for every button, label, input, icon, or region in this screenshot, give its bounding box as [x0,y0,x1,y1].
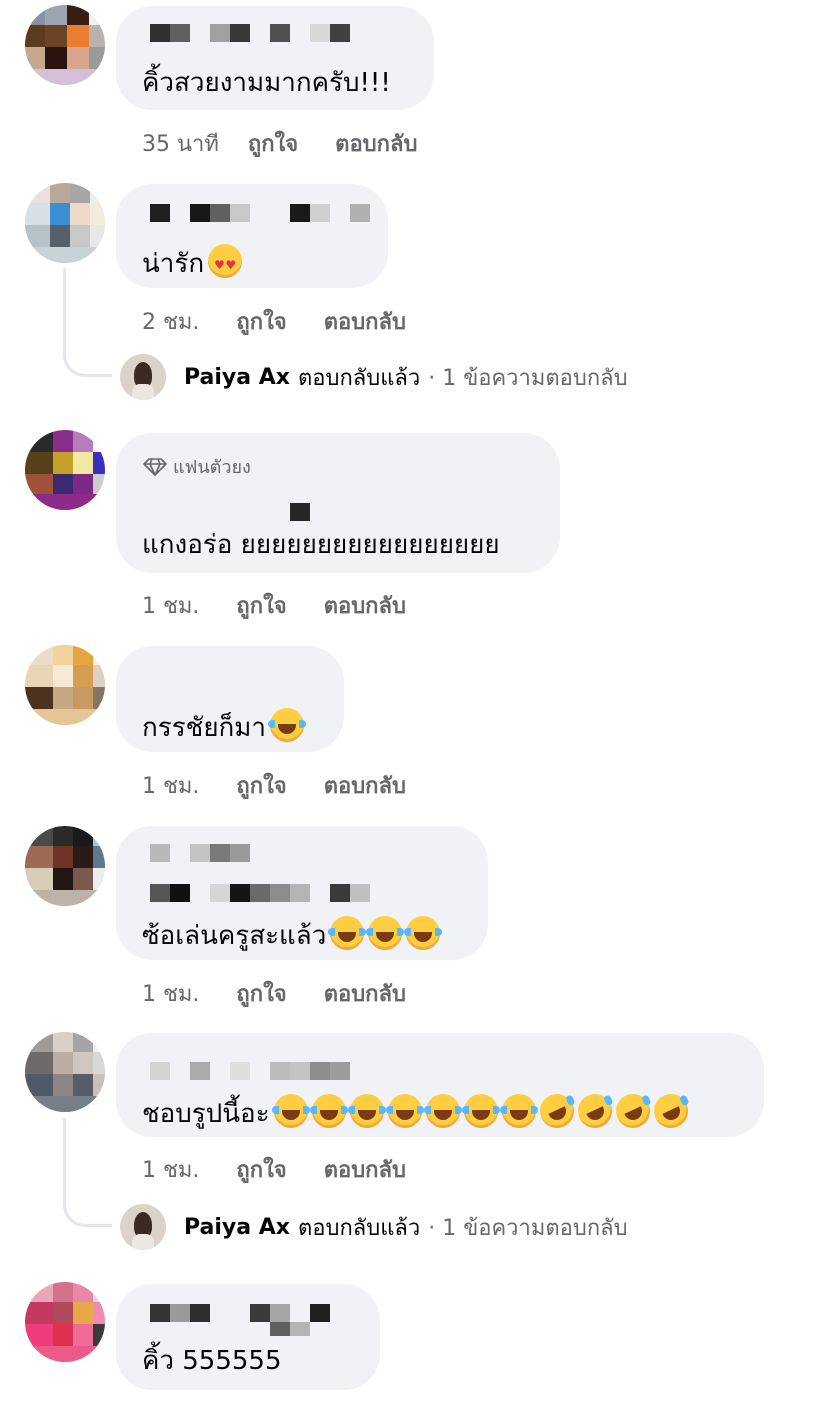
comment-meta: 1 ชม. ถูกใจ ตอบกลับ [142,588,406,623]
like-button[interactable]: ถูกใจ [236,594,286,619]
reply-thread-connector [63,1118,112,1227]
reply-author-name[interactable]: Paiya Ax [184,365,290,390]
face-with-tears-of-joy-icon [347,1094,386,1128]
reply-count: · 1 ข้อความตอบกลับ [428,365,628,391]
comment-meta: 1 ชม. ถูกใจ ตอบกลับ [142,976,406,1011]
reply-button[interactable]: ตอบกลับ [324,774,406,799]
view-replies-link[interactable]: Paiya Ax ตอบกลับแล้ว · 1 ข้อความตอบกลับ [120,1204,628,1250]
face-with-tears-of-joy-icon [499,1094,538,1128]
reply-button[interactable]: ตอบกลับ [324,310,406,335]
face-with-tears-of-joy-icon [385,1094,424,1128]
rolling-on-the-floor-laughing-icon [572,1088,618,1134]
smiling-face-with-heart-eyes-icon [208,244,243,280]
comment-text: น่ารัก [142,244,243,280]
like-button[interactable]: ถูกใจ [236,310,286,335]
face-with-tears-of-joy-icon [328,916,367,950]
rolling-on-the-floor-laughing-icon [648,1088,694,1134]
like-button[interactable]: ถูกใจ [236,1158,286,1183]
comment-text: กรรชัยก็มา [142,708,307,743]
comment-timestamp[interactable]: 1 ชม. [142,774,199,799]
reply-thread-connector [63,268,112,377]
face-with-tears-of-joy-icon [268,708,307,742]
comment-text: คิ้ว 555555 [142,1346,282,1376]
face-with-tears-of-joy-icon [423,1094,462,1128]
avatar[interactable] [25,1282,105,1362]
like-button[interactable]: ถูกใจ [236,774,286,799]
comment-text: แกงอร่อ ยยยยยยยยยยยยยยยยย [142,530,500,560]
top-fan-badge: แฟนตัวยง [143,452,251,481]
reply-button[interactable]: ตอบกลับ [324,982,406,1007]
badge-label: แฟนตัวยง [173,457,251,478]
comment-timestamp[interactable]: 2 ชม. [142,310,199,335]
like-button[interactable]: ถูกใจ [236,982,286,1007]
avatar [120,1204,166,1250]
comment-text: ชอบรูปนี้อะ [142,1088,694,1134]
avatar[interactable] [25,430,105,510]
face-with-tears-of-joy-icon [309,1094,348,1128]
reply-button[interactable]: ตอบกลับ [324,594,406,619]
comment-timestamp[interactable]: 1 ชม. [142,594,199,619]
comment-text: ซ้อเล่นครูสะแล้ว [142,916,443,951]
face-with-tears-of-joy-icon [366,916,405,950]
face-with-tears-of-joy-icon [461,1094,500,1128]
face-with-tears-of-joy-icon [404,916,443,950]
diamond-icon [143,457,167,476]
commenter-name-redacted [290,503,310,521]
reply-verb: ตอบกลับแล้ว [297,365,421,391]
comment-timestamp[interactable]: 1 ชม. [142,1158,199,1183]
avatar[interactable] [25,826,105,906]
face-with-tears-of-joy-icon [271,1094,310,1128]
avatar [120,354,166,400]
avatar[interactable] [25,183,105,263]
comment-meta: 35 นาที ถูกใจ ตอบกลับ [142,126,417,161]
avatar[interactable] [25,645,105,725]
reply-author-name[interactable]: Paiya Ax [184,1215,290,1240]
comment-meta: 1 ชม. ถูกใจ ตอบกลับ [142,1152,406,1187]
avatar[interactable] [25,5,105,85]
reply-verb: ตอบกลับแล้ว [297,1215,421,1241]
comment-timestamp[interactable]: 1 ชม. [142,982,199,1007]
avatar[interactable] [25,1032,105,1112]
comment-text: คิ้วสวยงามมากครับ!!! [142,68,391,98]
view-replies-link[interactable]: Paiya Ax ตอบกลับแล้ว · 1 ข้อความตอบกลับ [120,354,628,400]
rolling-on-the-floor-laughing-icon [534,1088,580,1134]
comment-meta: 1 ชม. ถูกใจ ตอบกลับ [142,768,406,803]
like-button[interactable]: ถูกใจ [248,132,298,157]
reply-count: · 1 ข้อความตอบกลับ [428,1215,628,1241]
reply-button[interactable]: ตอบกลับ [324,1158,406,1183]
comment-meta: 2 ชม. ถูกใจ ตอบกลับ [142,304,406,339]
reply-button[interactable]: ตอบกลับ [335,132,417,157]
comment-timestamp[interactable]: 35 นาที [142,132,219,157]
rolling-on-the-floor-laughing-icon [610,1088,656,1134]
